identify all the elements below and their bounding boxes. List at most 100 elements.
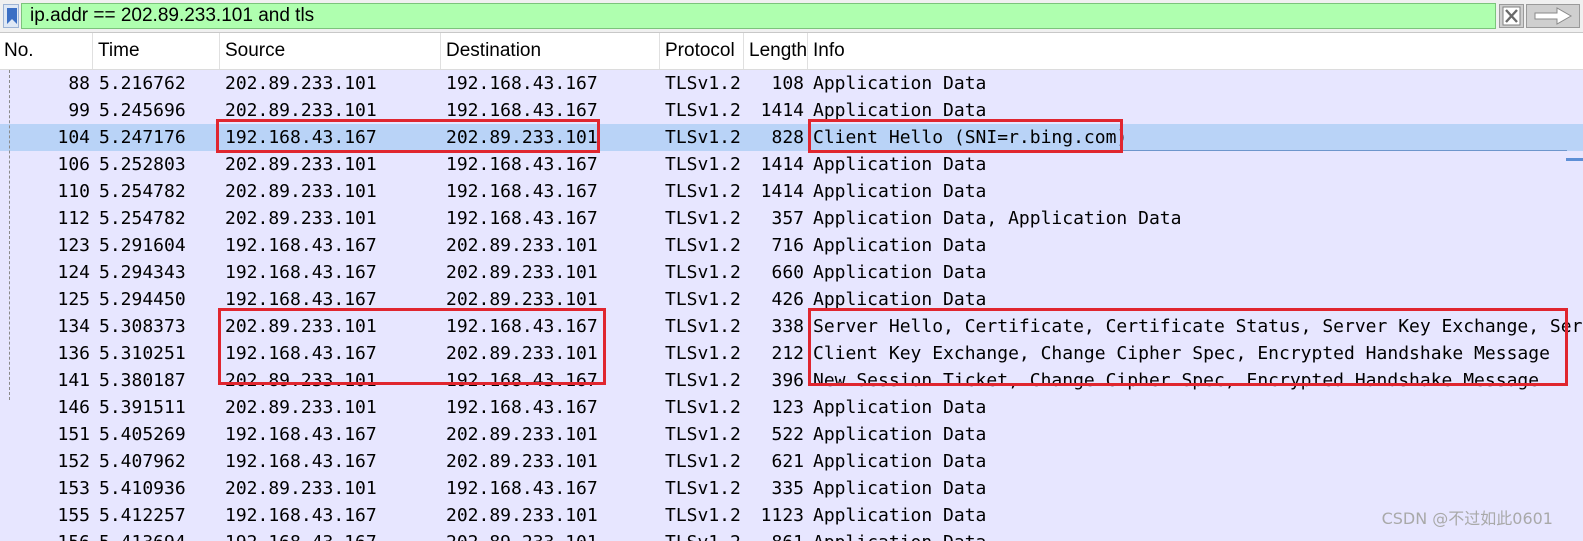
packet-protocol: TLSv1.2 — [665, 424, 741, 445]
packet-length: 660 — [771, 262, 804, 283]
packet-no: 123 — [57, 235, 90, 256]
packet-info: Application Data — [813, 397, 987, 418]
packet-destination: 202.89.233.101 — [446, 529, 661, 541]
packet-protocol: TLSv1.2 — [665, 343, 741, 364]
packet-source: 192.168.43.167 — [225, 235, 377, 256]
packet-no: 106 — [57, 154, 90, 175]
column-header-destination[interactable]: Destination — [441, 33, 660, 69]
watermark: CSDN @不过如此0601 — [1381, 509, 1553, 528]
packet-time: 5.254782 — [99, 181, 186, 202]
packet-destination: 202.89.233.101 — [446, 505, 598, 526]
packet-length: 335 — [771, 478, 804, 499]
packet-row[interactable]: 112 5.254782 202.89.233.101 192.168.43.1… — [0, 205, 1583, 232]
annotation-box-client-hello-addresses — [216, 119, 600, 153]
packet-no: 141 — [57, 370, 90, 391]
packet-length: 357 — [771, 208, 804, 229]
packet-protocol: TLSv1.2 — [665, 154, 741, 175]
packet-no: 124 — [57, 262, 90, 283]
packet-time: 5.245696 — [99, 100, 186, 121]
packet-length: 108 — [771, 73, 804, 94]
bookmark-icon[interactable] — [3, 4, 19, 28]
packet-protocol: TLSv1.2 — [665, 529, 745, 541]
packet-protocol: TLSv1.2 — [665, 73, 741, 94]
packet-destination: 202.89.233.101 — [446, 235, 598, 256]
display-filter-input[interactable]: ip.addr == 202.89.233.101 and tls — [21, 3, 1496, 29]
packet-time: 5.380187 — [99, 370, 186, 391]
packet-length: 338 — [771, 316, 804, 337]
packet-length: 1414 — [760, 154, 804, 175]
packet-source: 202.89.233.101 — [225, 154, 377, 175]
packet-time: 5.294343 — [99, 262, 186, 283]
packet-row[interactable]: 106 5.252803 202.89.233.101 192.168.43.1… — [0, 151, 1583, 178]
packet-time: 5.294450 — [99, 289, 186, 310]
packet-length: 1414 — [760, 181, 804, 202]
packet-destination: 192.168.43.167 — [446, 154, 598, 175]
packet-time: 5.310251 — [99, 343, 186, 364]
packet-time: 5.391511 — [99, 397, 186, 418]
packet-protocol: TLSv1.2 — [665, 262, 741, 283]
packet-no: 110 — [57, 181, 90, 202]
packet-no: 152 — [57, 451, 90, 472]
packet-protocol: TLSv1.2 — [665, 235, 741, 256]
packet-time: 5.247176 — [99, 127, 186, 148]
column-header-info[interactable]: Info — [808, 33, 1583, 69]
packet-source: 202.89.233.101 — [225, 73, 377, 94]
packet-length: 716 — [771, 235, 804, 256]
packet-row[interactable]: 123 5.291604 192.168.43.167 202.89.233.1… — [0, 232, 1583, 259]
packet-list-header: No. Time Source Destination Protocol Len… — [0, 33, 1583, 70]
scroll-position-marker — [1566, 158, 1583, 161]
packet-no: 104 — [57, 127, 90, 148]
packet-source: 192.168.43.167 — [225, 262, 377, 283]
packet-time: 5.407962 — [99, 451, 186, 472]
packet-info: Application Data — [813, 478, 987, 499]
packet-destination: 192.168.43.167 — [446, 208, 598, 229]
packet-protocol: TLSv1.2 — [665, 397, 741, 418]
packet-protocol: TLSv1.2 — [665, 478, 741, 499]
annotation-box-handshake-info — [808, 308, 1568, 386]
column-header-no[interactable]: No. — [0, 33, 93, 69]
packet-source: 202.89.233.101 — [225, 181, 377, 202]
packet-length: 123 — [771, 397, 804, 418]
packet-no: 112 — [57, 208, 90, 229]
packet-length: 1414 — [760, 100, 804, 121]
packet-length: 396 — [771, 370, 804, 391]
packet-time: 5.410936 — [99, 478, 186, 499]
packet-time: 5.405269 — [99, 424, 186, 445]
column-header-length[interactable]: Length — [744, 33, 808, 69]
packet-row[interactable]: 151 5.405269 192.168.43.167 202.89.233.1… — [0, 421, 1583, 448]
packet-source: 202.89.233.101 — [225, 478, 377, 499]
packet-no: 99 — [68, 100, 90, 121]
column-header-time[interactable]: Time — [93, 33, 220, 69]
packet-time: 5.254782 — [99, 208, 186, 229]
packet-row[interactable]: 156 5.413694 192.168.43.167 202.89.233.1… — [0, 529, 1583, 541]
packet-no: 146 — [57, 397, 90, 418]
packet-row[interactable]: 155 5.412257 192.168.43.167 202.89.233.1… — [0, 502, 1583, 529]
packet-protocol: TLSv1.2 — [665, 505, 741, 526]
packet-no: 155 — [57, 505, 90, 526]
annotation-box-handshake-addresses — [218, 308, 606, 385]
display-filter-toolbar: ip.addr == 202.89.233.101 and tls — [0, 0, 1583, 33]
packet-info: Application Data — [813, 181, 987, 202]
column-header-source[interactable]: Source — [220, 33, 441, 69]
clear-filter-button[interactable] — [1499, 4, 1524, 28]
packet-protocol: TLSv1.2 — [665, 181, 741, 202]
apply-filter-button[interactable] — [1526, 4, 1580, 28]
packet-row[interactable]: 146 5.391511 202.89.233.101 192.168.43.1… — [0, 394, 1583, 421]
column-header-protocol[interactable]: Protocol — [660, 33, 744, 69]
packet-row[interactable]: 88 5.216762 202.89.233.101 192.168.43.16… — [0, 70, 1583, 97]
packet-row[interactable]: 152 5.407962 192.168.43.167 202.89.233.1… — [0, 448, 1583, 475]
packet-source: 202.89.233.101 — [225, 397, 377, 418]
packet-source: 202.89.233.101 — [225, 208, 377, 229]
packet-row[interactable]: 153 5.410936 202.89.233.101 192.168.43.1… — [0, 475, 1583, 502]
packet-info: Application Data — [813, 73, 987, 94]
packet-length: 861 — [745, 529, 804, 541]
packet-no: 125 — [57, 289, 90, 310]
packet-info: Application Data — [813, 529, 1583, 541]
packet-no: 88 — [68, 73, 90, 94]
packet-source: 192.168.43.167 — [225, 529, 440, 541]
packet-row[interactable]: 124 5.294343 192.168.43.167 202.89.233.1… — [0, 259, 1583, 286]
packet-length: 426 — [771, 289, 804, 310]
packet-row[interactable]: 110 5.254782 202.89.233.101 192.168.43.1… — [0, 178, 1583, 205]
packet-time: 5.413694 — [99, 529, 219, 541]
packet-source: 192.168.43.167 — [225, 451, 377, 472]
